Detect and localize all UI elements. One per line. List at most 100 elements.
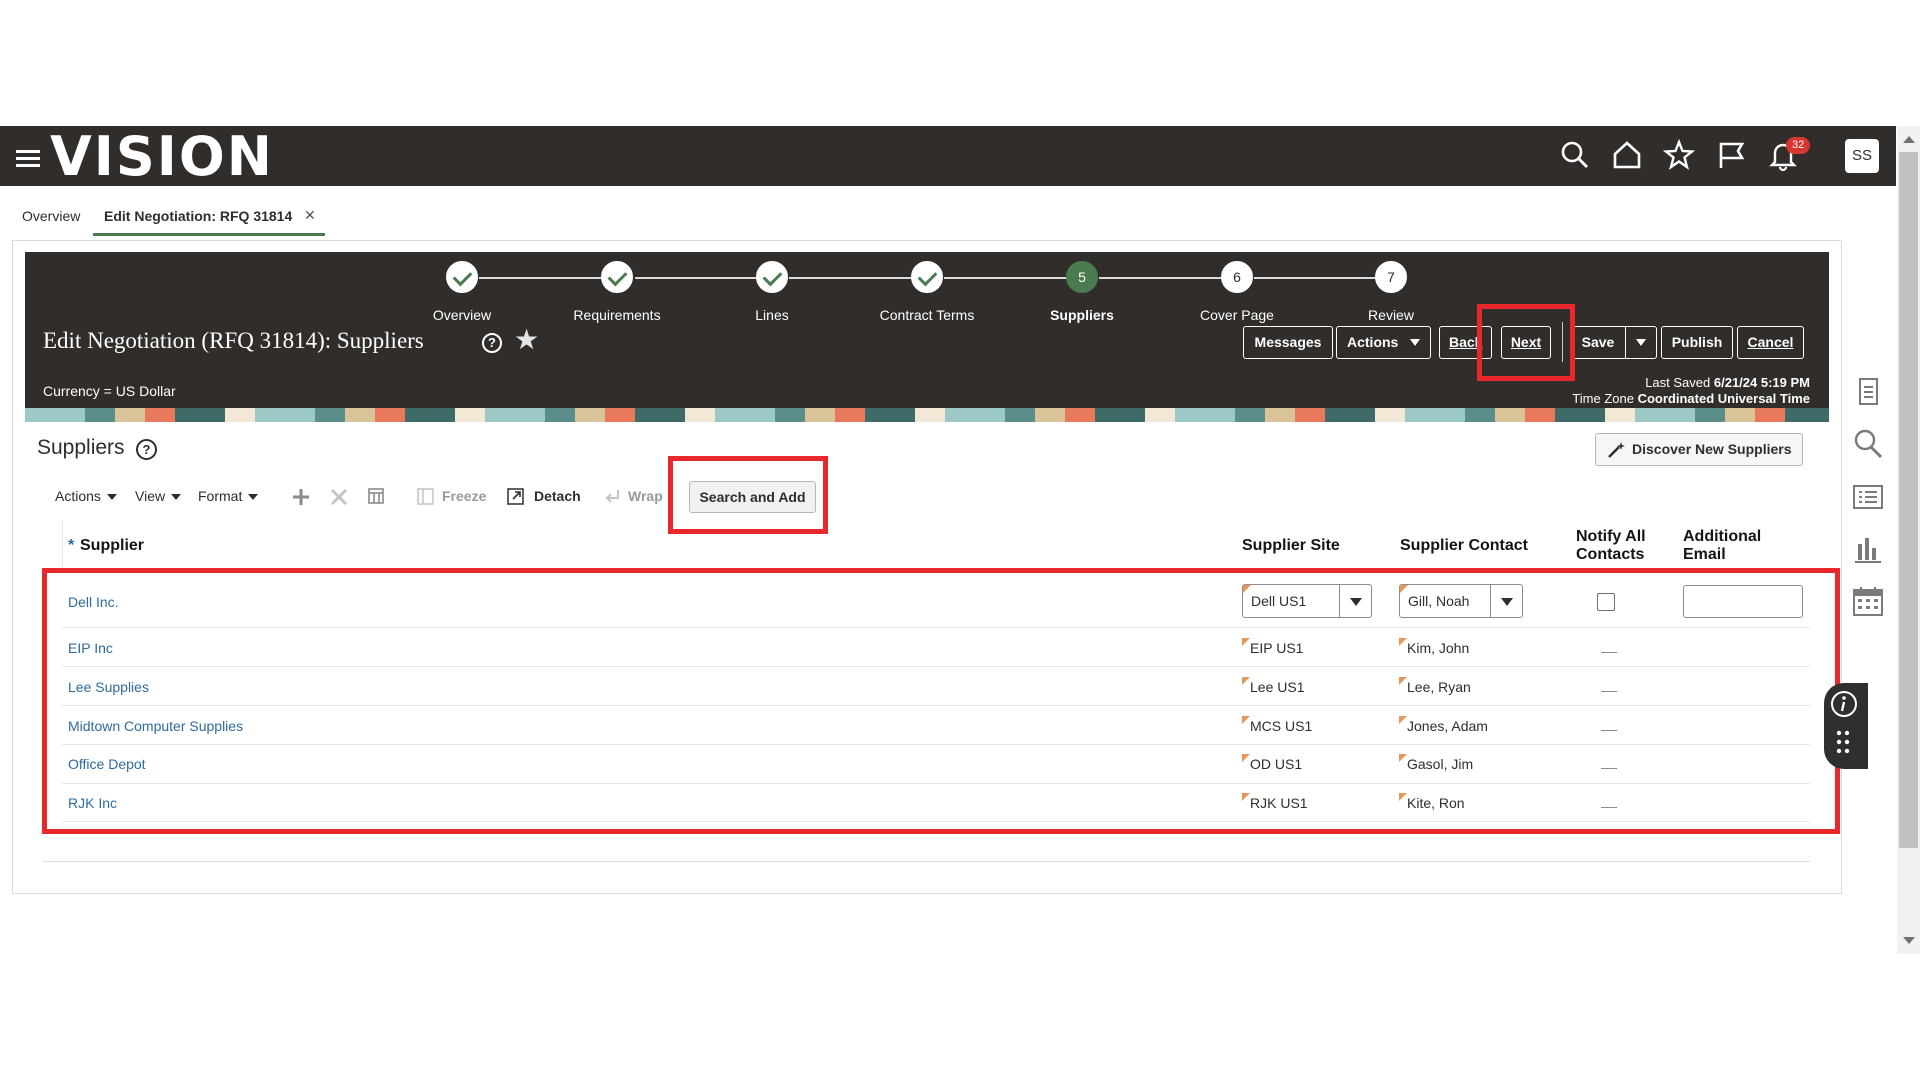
help-icon[interactable]: ? [136,439,157,460]
last-saved-value: 6/21/24 5:19 PM [1713,375,1810,390]
detach-button[interactable]: Detach [534,488,581,504]
column-header-additional-email[interactable]: Additional Email [1683,528,1761,564]
magic-wand-icon [1608,442,1625,458]
column-header-line: Notify All [1576,528,1646,545]
column-divider [62,520,63,568]
table-actions-label: Actions [55,488,101,504]
train-step-label[interactable]: Lines [692,307,852,323]
delete-row-icon[interactable] [329,487,349,507]
chevron-down-icon [171,494,182,501]
timezone-value: Coordinated Universal Time [1637,391,1810,406]
train-step-label[interactable]: Review [1311,307,1471,323]
highlight-next-button [1477,304,1575,381]
scroll-up-arrow-icon[interactable] [1903,136,1915,143]
notification-count-badge: 32 [1786,137,1811,154]
train-step-overview-complete-icon[interactable] [446,261,478,293]
column-header-line: Additional [1683,528,1762,545]
drag-handle-icon[interactable] [1835,729,1851,759]
train-connector [944,277,1068,279]
last-saved-info: Last Saved 6/21/24 5:19 PM Time Zone Coo… [1572,375,1810,407]
last-saved-label: Last Saved [1645,375,1711,390]
menu-icon[interactable] [16,150,40,167]
column-header-supplier-contact[interactable]: Supplier Contact [1400,537,1528,555]
chevron-down-icon [1636,339,1646,346]
add-row-icon[interactable] [291,487,311,507]
train-step-label[interactable]: Cover Page [1157,307,1317,323]
cancel-button-label: Cancel [1747,334,1794,350]
bar-chart-icon[interactable] [1851,532,1885,566]
train-step-contract-terms-complete-icon[interactable] [911,261,943,293]
train-step-label[interactable]: Overview [382,307,542,323]
detach-icon[interactable] [506,487,526,507]
train-step-lines-complete-icon[interactable] [756,261,788,293]
train-step-label[interactable]: Suppliers [1002,307,1162,323]
discover-button-label: Discover New Suppliers [1632,441,1792,457]
page-tabs: Overview Edit Negotiation: RFQ 31814 ✕ [0,186,1860,238]
view-menu-label: View [135,488,166,504]
active-tab-indicator [93,233,325,236]
required-marker: * [68,537,75,554]
view-menu[interactable]: View [135,488,182,504]
calendar-icon[interactable] [1851,584,1885,618]
format-menu-label: Format [198,488,243,504]
train-connector [789,277,913,279]
tab-overview[interactable]: Overview [22,208,80,224]
train-connector [1099,277,1223,279]
favorites-star-icon[interactable] [1662,138,1696,172]
train-step-suppliers-current[interactable]: 5 [1066,261,1098,293]
user-avatar[interactable]: SS [1845,139,1879,173]
train-step-cover-page[interactable]: 6 [1221,261,1253,293]
app-logo: VISION [50,125,274,188]
train-step-review[interactable]: 7 [1375,261,1407,293]
highlight-supplier-rows [42,568,1840,834]
favorite-star-icon[interactable]: ★ [514,326,539,354]
column-header-line: Email [1683,546,1726,563]
floating-help-widget[interactable] [1824,683,1868,769]
tab-edit-negotiation[interactable]: Edit Negotiation: RFQ 31814 [104,208,292,224]
close-tab-icon[interactable]: ✕ [304,207,316,224]
wrap-button: Wrap [628,488,663,504]
table-bottom-border [42,861,1810,862]
train-step-label[interactable]: Requirements [537,307,697,323]
save-options-button[interactable] [1625,326,1657,359]
column-header-supplier[interactable]: Supplier [80,537,144,555]
flag-icon[interactable] [1714,138,1748,172]
chevron-down-icon [248,494,259,501]
chevron-down-icon [106,494,117,501]
train-step-label[interactable]: Contract Terms [847,307,1007,323]
info-icon[interactable] [1829,689,1859,719]
columns-icon[interactable] [367,487,387,507]
wrap-icon [605,490,619,503]
train-connector [1254,277,1378,279]
scroll-down-arrow-icon[interactable] [1903,937,1915,944]
actions-menu-button[interactable]: Actions [1336,326,1431,359]
search-icon[interactable] [1558,138,1592,172]
chevron-down-icon [1410,339,1420,346]
column-header-notify-all-contacts[interactable]: Notify All Contacts [1576,528,1646,564]
help-icon[interactable]: ? [482,333,502,353]
document-icon[interactable] [1851,375,1885,409]
table-actions-menu[interactable]: Actions [55,488,117,504]
train-step-requirements-complete-icon[interactable] [601,261,633,293]
scrollbar-thumb[interactable] [1899,152,1918,848]
format-menu[interactable]: Format [198,488,259,504]
search-icon[interactable] [1851,427,1885,461]
highlight-search-and-add [668,456,828,534]
column-header-supplier-site[interactable]: Supplier Site [1242,537,1340,555]
home-icon[interactable] [1610,138,1644,172]
freeze-icon [417,488,434,505]
actions-menu-label: Actions [1347,334,1399,350]
publish-button[interactable]: Publish [1661,326,1733,359]
train-connector [479,277,603,279]
section-title: Suppliers [37,436,125,459]
save-button[interactable]: Save [1570,326,1626,359]
messages-button[interactable]: Messages [1243,326,1333,359]
timezone-label: Time Zone [1572,391,1634,406]
currency-label: Currency = US Dollar [43,383,176,399]
column-header-line: Contacts [1576,546,1645,563]
decorative-banner-strip [25,408,1829,422]
train-connector [635,277,759,279]
cancel-button[interactable]: Cancel [1737,326,1804,359]
discover-new-suppliers-button[interactable]: Discover New Suppliers [1595,433,1803,466]
list-icon[interactable] [1851,480,1885,514]
